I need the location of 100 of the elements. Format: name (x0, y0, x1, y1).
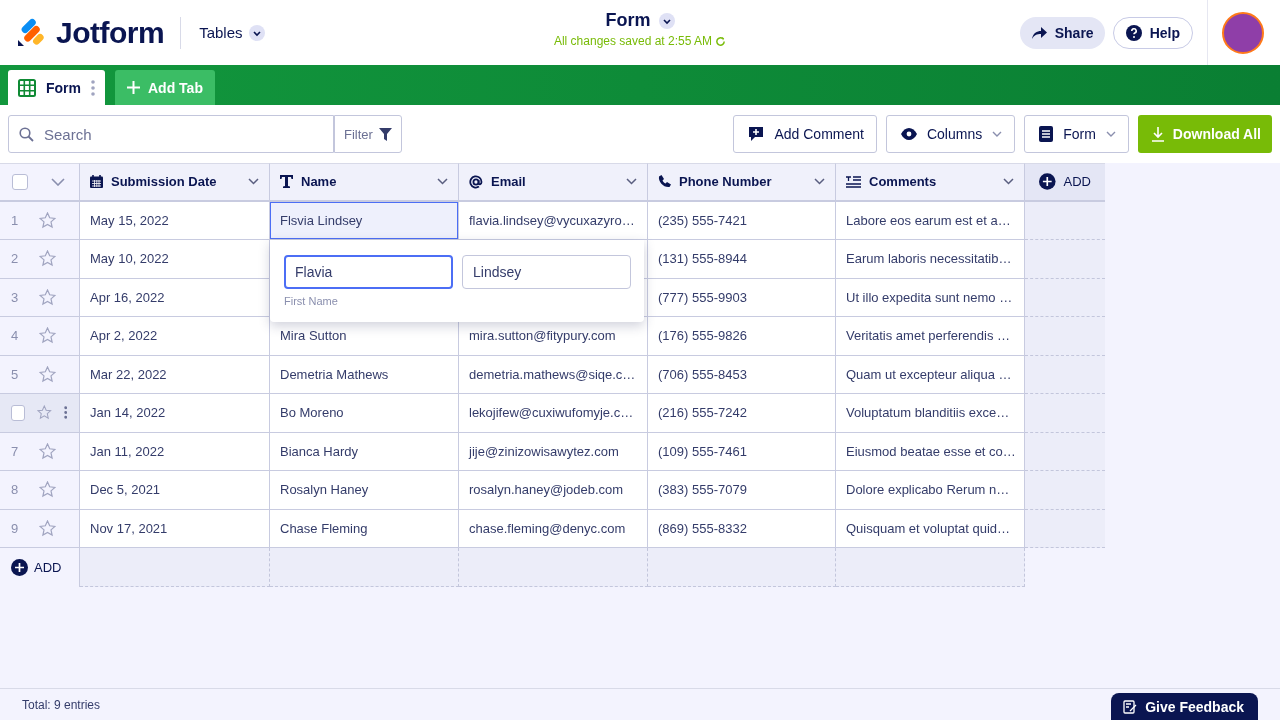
search-field[interactable]: Search (8, 115, 334, 153)
add-comment-button[interactable]: Add Comment (733, 115, 877, 153)
help-icon (1125, 24, 1142, 41)
table-cell[interactable]: Quam ut excepteur aliqua … (836, 355, 1025, 394)
table-cell[interactable]: (109) 555-7461 (648, 432, 836, 471)
table-cell[interactable]: lekojifew@cuxiwufomyje.c… (459, 394, 648, 433)
chevron-down-icon (1105, 131, 1116, 137)
column-header[interactable]: Phone Number (648, 163, 836, 202)
logo-icon (16, 17, 46, 48)
table-cell[interactable]: jije@zinizowisawytez.com (459, 432, 648, 471)
column-header[interactable]: Name (270, 163, 459, 202)
table-tab[interactable]: Form (8, 70, 105, 105)
table-cell[interactable]: Jan 14, 2022 (80, 394, 270, 433)
chevron-down-icon (248, 24, 265, 41)
table-cell[interactable]: Ut illo expedita sunt nemo … (836, 278, 1025, 317)
chevron-down-icon[interactable] (626, 178, 637, 186)
table-cell[interactable]: (383) 555-7079 (648, 471, 836, 510)
chevron-down-icon[interactable] (658, 12, 675, 29)
row-number: 3 (11, 289, 20, 305)
table-cell[interactable]: Chase Fleming (270, 509, 459, 548)
column-header[interactable]: Email (459, 163, 648, 202)
field-label: First Name (284, 295, 339, 307)
table-cell[interactable]: Mar 22, 2022 (80, 355, 270, 394)
filter-button[interactable]: Filter (334, 115, 402, 153)
table-cell[interactable]: (235) 555-7421 (648, 201, 836, 240)
table-cell[interactable]: demetria.mathews@siqe.c… (459, 355, 648, 394)
table-cell[interactable]: Demetria Mathews (270, 355, 459, 394)
table-cell[interactable]: rosalyn.haney@jodeb.com (459, 471, 648, 510)
select-all-checkbox[interactable] (12, 173, 28, 190)
share-button[interactable]: Share (1019, 16, 1105, 49)
star-icon[interactable] (39, 211, 56, 229)
table-cell[interactable]: Jan 11, 2022 (80, 432, 270, 471)
last-name-field[interactable]: Lindsey (462, 255, 631, 289)
star-icon[interactable] (39, 481, 56, 499)
table-cell[interactable]: Bianca Hardy (270, 432, 459, 471)
table-cell[interactable]: May 15, 2022 (80, 201, 270, 240)
star-icon[interactable] (39, 327, 56, 345)
entry-count: Total: 9 entries (22, 697, 101, 712)
table-cell[interactable]: Earum laboris necessitatib… (836, 240, 1025, 279)
chevron-down-icon[interactable] (437, 178, 448, 186)
product-menu[interactable]: Tables (199, 24, 265, 41)
table-cell[interactable]: Apr 16, 2022 (80, 278, 270, 317)
table-cell[interactable]: Veritatis amet perferendis … (836, 317, 1025, 356)
table-cell[interactable]: (777) 555-9903 (648, 278, 836, 317)
avatar[interactable] (1222, 11, 1264, 54)
brand-name[interactable]: Jotform (56, 15, 165, 50)
columns-menu-button[interactable]: Columns (885, 115, 1016, 153)
table-cell[interactable]: Flsvia Lindsey (270, 201, 459, 240)
table-cell[interactable]: (131) 555-8944 (648, 240, 836, 279)
table-cell[interactable]: Nov 17, 2021 (80, 509, 270, 548)
table-cell[interactable]: (216) 555-7242 (648, 394, 836, 433)
plus-circle-icon (11, 558, 28, 576)
star-icon[interactable] (39, 365, 56, 383)
search-icon (19, 127, 34, 142)
chevron-down-icon[interactable] (1003, 178, 1014, 186)
help-button[interactable]: Help (1112, 16, 1193, 49)
table-cell[interactable]: May 10, 2022 (80, 240, 270, 279)
plus-icon (127, 81, 140, 94)
grid-icon (18, 78, 36, 97)
table-cell[interactable]: Quisquam et voluptat quid… (836, 509, 1025, 548)
document-icon (1039, 126, 1054, 142)
table-cell[interactable]: (869) 555-8332 (648, 509, 836, 548)
download-icon (1150, 126, 1165, 142)
table-cell[interactable]: chase.fleming@denyc.com (459, 509, 648, 548)
column-header[interactable]: Comments (836, 163, 1025, 202)
table-cell[interactable]: (176) 555-9826 (648, 317, 836, 356)
at-sign-icon (469, 174, 483, 189)
table-cell[interactable]: Dec 5, 2021 (80, 471, 270, 510)
table-cell[interactable]: Eiusmod beatae esse et co… (836, 432, 1025, 471)
first-name-field[interactable]: Flavia (284, 255, 453, 289)
row-checkbox[interactable] (11, 404, 25, 421)
row-number: 9 (11, 520, 20, 536)
table-cell[interactable]: Dolore explicabo Rerum n… (836, 471, 1025, 510)
star-icon[interactable] (39, 288, 56, 306)
row-number: 2 (11, 251, 20, 267)
add-column-button[interactable]: ADD (1025, 163, 1105, 202)
phone-icon (658, 175, 671, 189)
row-number: 8 (11, 482, 20, 498)
star-icon[interactable] (39, 442, 56, 460)
table-cell[interactable]: Labore eos earum est et a… (836, 201, 1025, 240)
table-cell[interactable]: Voluptatum blanditiis exce… (836, 394, 1025, 433)
star-icon[interactable] (37, 404, 52, 422)
more-dots-icon[interactable] (63, 405, 67, 421)
chevron-down-icon[interactable] (248, 178, 259, 186)
table-cell[interactable]: flavia.lindsey@vycuxazyro… (459, 201, 648, 240)
chevron-down-icon[interactable] (814, 178, 825, 186)
form-title[interactable]: Form (605, 10, 651, 31)
star-icon[interactable] (39, 250, 56, 268)
table-cell[interactable]: (706) 555-8453 (648, 355, 836, 394)
form-menu-button[interactable]: Form (1024, 115, 1129, 153)
table-cell[interactable]: Rosalyn Haney (270, 471, 459, 510)
table-cell[interactable]: Bo Moreno (270, 394, 459, 433)
star-icon[interactable] (39, 519, 56, 537)
refresh-icon (715, 35, 727, 47)
table-cell[interactable]: Apr 2, 2022 (80, 317, 270, 356)
more-dots-icon[interactable] (91, 79, 95, 96)
share-arrow-icon (1030, 25, 1047, 40)
column-header[interactable]: Submission Date (80, 163, 270, 202)
paragraph-icon (846, 175, 861, 188)
give-feedback-button[interactable]: Give Feedback (1111, 693, 1258, 720)
